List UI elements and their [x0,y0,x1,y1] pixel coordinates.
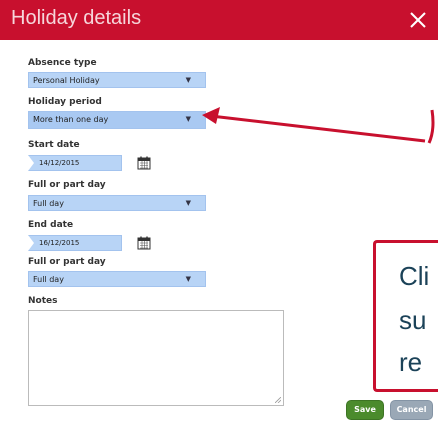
annotation-arrow [202,107,435,144]
caret-down-icon: ▼ [185,199,191,207]
caret-down-icon: ▼ [185,115,191,123]
caret-down-icon: ▼ [185,275,191,283]
field-notch [28,235,34,251]
start-date-input[interactable]: 14/12/2015 [28,155,122,171]
cancel-button[interactable]: Cancel [390,400,433,420]
end-date-input[interactable]: 16/12/2015 [28,235,122,251]
save-button[interactable]: Save [346,400,384,420]
start-date-label: Start date [28,140,80,150]
start-full-or-part-value: Full day [33,199,64,208]
notes-label: Notes [28,296,58,306]
end-date-value: 16/12/2015 [39,239,80,247]
holiday-period-select[interactable]: More than one day ▼ [28,111,206,129]
side-callout-panel: Cli su re [373,240,438,392]
start-full-or-part-select[interactable]: Full day ▼ [28,195,206,211]
notes-textarea[interactable] [28,310,284,406]
holiday-period-label: Holiday period [28,97,102,107]
calendar-icon[interactable] [137,156,151,170]
end-full-or-part-select[interactable]: Full day ▼ [28,271,206,287]
side-text-line3: re [399,347,423,377]
start-date-value: 14/12/2015 [39,159,80,167]
side-text-line1: Cli [399,261,430,291]
field-notch [28,155,34,171]
resize-grip-icon[interactable] [275,397,281,403]
side-text-line2: su [399,305,427,335]
end-date-label: End date [28,220,74,230]
dialog-title: Holiday details [11,7,142,29]
absence-type-select[interactable]: Personal Holiday ▼ [28,72,206,88]
close-icon[interactable] [409,11,427,29]
absence-type-value: Personal Holiday [33,76,100,85]
end-full-or-part-value: Full day [33,275,64,284]
dialog-titlebar: Holiday details [0,0,438,40]
absence-type-label: Absence type [28,58,97,68]
start-full-or-part-label: Full or part day [28,180,106,190]
holiday-period-value: More than one day [33,115,109,124]
end-full-or-part-label: Full or part day [28,257,106,267]
caret-down-icon: ▼ [185,76,191,84]
calendar-icon[interactable] [137,236,151,250]
